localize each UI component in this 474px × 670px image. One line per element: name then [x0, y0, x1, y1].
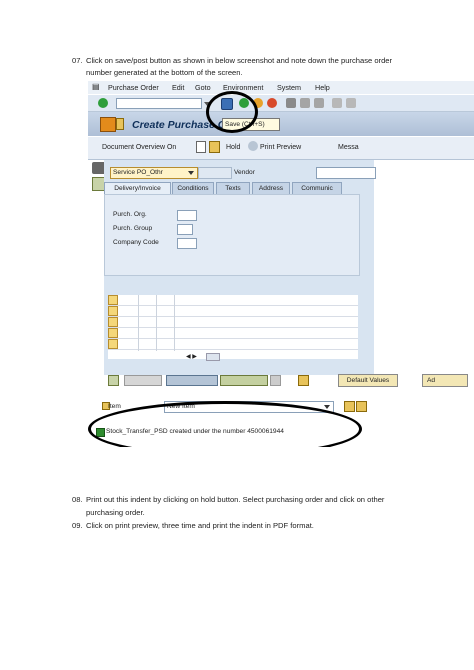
table-row[interactable]	[108, 306, 358, 317]
row-selector[interactable]	[108, 295, 118, 305]
first-page-icon[interactable]	[332, 98, 342, 108]
action-icons-group[interactable]	[166, 375, 218, 386]
previous-item-button[interactable]	[344, 401, 355, 412]
purch-group-label: Purch. Group	[113, 225, 153, 232]
next-item-button[interactable]	[356, 401, 367, 412]
menu-icon[interactable]	[116, 118, 124, 130]
purch-group-field[interactable]	[177, 224, 193, 235]
chevron-down-icon	[324, 405, 330, 409]
step-number: 09.	[72, 521, 83, 530]
po-type-value: Service PO_Othr	[113, 169, 163, 176]
addl-planning-button[interactable]: Ad	[422, 374, 468, 387]
menu-item-edit[interactable]: Edit	[172, 83, 184, 92]
table-row[interactable]	[108, 328, 358, 339]
row-selector[interactable]	[108, 306, 118, 316]
company-code-field[interactable]	[177, 238, 197, 249]
menu-bar: ▤ Purchase Order Edit Goto Environment S…	[88, 81, 474, 94]
settings-icon[interactable]	[270, 375, 281, 386]
edit-icons-group[interactable]	[124, 375, 162, 386]
hold-button[interactable]: Hold	[226, 144, 240, 151]
row-selector[interactable]	[108, 339, 118, 349]
table-row[interactable]	[108, 317, 358, 328]
step-text-line: Click on save/post button as shown in be…	[86, 56, 393, 65]
save-highlight-oval	[206, 91, 258, 133]
vendor-field[interactable]	[316, 167, 376, 179]
menu-item-purchase-order[interactable]: Purchase Order	[108, 83, 159, 92]
row-selector[interactable]	[108, 328, 118, 338]
po-type-select[interactable]: Service PO_Othr	[110, 167, 198, 179]
sap-menu-icon[interactable]: ▤	[92, 82, 100, 91]
menu-item-help[interactable]: Help	[315, 83, 330, 92]
document-overview-button[interactable]: Document Overview On	[102, 144, 176, 151]
print-preview-button[interactable]: Print Preview	[260, 144, 301, 151]
step-number: 08.	[72, 495, 83, 504]
messages-button[interactable]: Messa	[338, 144, 359, 151]
filter-icons-group[interactable]	[220, 375, 268, 386]
sap-screenshot: ▤ Purchase Order Edit Goto Environment S…	[88, 81, 474, 447]
horizontal-scrollbar[interactable]	[206, 353, 220, 361]
column-divider	[138, 295, 139, 351]
find-next-icon[interactable]	[314, 98, 324, 108]
row-selector[interactable]	[108, 317, 118, 327]
step-text-line: purchasing order.	[86, 508, 145, 517]
new-document-icon[interactable]	[196, 141, 206, 153]
print-preview-icon	[248, 141, 258, 151]
copy-icon[interactable]	[298, 375, 309, 386]
step-number: 07.	[72, 56, 83, 65]
item-detail-icon[interactable]	[108, 375, 119, 386]
po-number-field[interactable]	[198, 167, 232, 179]
step-text-line: Click on print preview, three time and p…	[86, 521, 314, 530]
purch-org-label: Purch. Org.	[113, 211, 147, 218]
step-07: 07. Click on save/post button as shown i…	[72, 55, 472, 79]
purch-org-field[interactable]	[177, 210, 197, 221]
menu-item-system[interactable]: System	[277, 83, 301, 92]
company-code-label: Company Code	[113, 239, 159, 246]
command-field[interactable]	[116, 98, 202, 109]
cancel-icon[interactable]	[267, 98, 277, 108]
column-divider	[156, 295, 157, 351]
step-09: 09. Click on print preview, three time a…	[72, 520, 472, 532]
enter-icon[interactable]	[98, 98, 108, 108]
table-row[interactable]	[108, 339, 358, 350]
item-toolbar: Default Values Ad	[102, 374, 474, 387]
application-toolbar: Document Overview On Hold Print Preview …	[88, 137, 474, 160]
step-08: 08. Print out this indent by clicking on…	[72, 494, 472, 518]
item-label: Item	[108, 403, 121, 410]
scroll-left-right-icon[interactable]: ◀ ▶	[186, 353, 197, 360]
chevron-down-icon	[188, 171, 194, 175]
item-grid: ◀ ▶	[108, 295, 358, 361]
column-divider	[174, 295, 175, 351]
step-text-line: number generated at the bottom of the sc…	[86, 68, 243, 77]
step-text-line: Print out this indent by clicking on hol…	[86, 495, 385, 504]
org-data-panel: Purch. Org. Purch. Group Company Code	[104, 194, 360, 276]
previous-page-icon[interactable]	[346, 98, 356, 108]
vendor-label: Vendor	[234, 169, 255, 176]
title-bar: Create Purchase O Save (Ctrl+S)	[88, 112, 474, 136]
default-values-button[interactable]: Default Values	[338, 374, 398, 387]
table-row[interactable]	[108, 295, 358, 306]
find-icon[interactable]	[300, 98, 310, 108]
transaction-icon	[100, 117, 116, 132]
open-document-icon[interactable]	[209, 141, 220, 153]
menu-item-goto[interactable]: Goto	[195, 83, 211, 92]
print-icon[interactable]	[286, 98, 296, 108]
standard-toolbar	[88, 95, 474, 112]
